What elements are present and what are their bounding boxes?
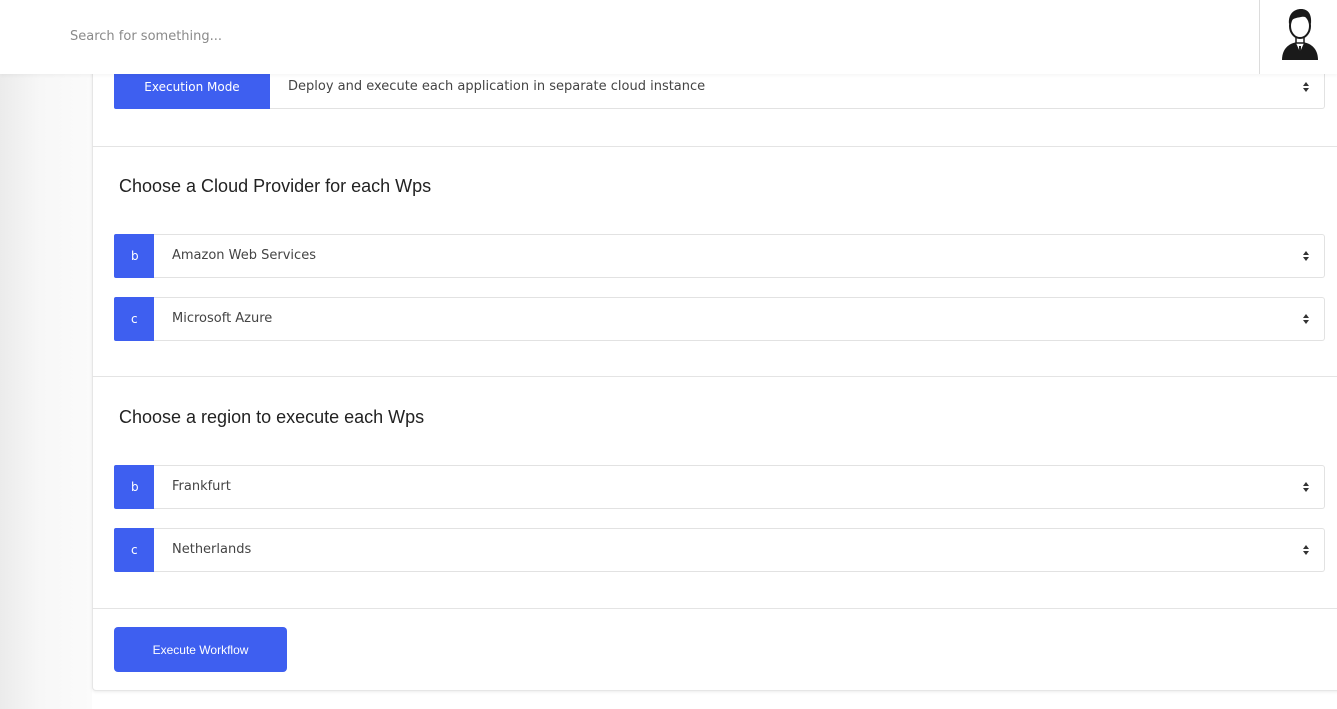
wps-tag-c: c: [114, 528, 154, 572]
cloud-provider-value-b: Amazon Web Services: [172, 248, 316, 263]
cloud-provider-select-c[interactable]: Microsoft Azure: [154, 297, 1325, 341]
left-gutter: [0, 0, 92, 709]
region-row-b: b Frankfurt: [114, 465, 1325, 509]
section-divider: [92, 376, 1337, 377]
region-select-c[interactable]: Netherlands: [154, 528, 1325, 572]
cloud-provider-row-b: b Amazon Web Services: [114, 234, 1325, 278]
section-divider: [92, 608, 1337, 609]
region-heading: Choose a region to execute each Wps: [119, 407, 425, 427]
wps-tag-b: b: [114, 465, 154, 509]
user-avatar-icon[interactable]: [1280, 6, 1320, 60]
section-divider: [92, 146, 1337, 147]
execute-workflow-button[interactable]: Execute Workflow: [114, 627, 287, 672]
wps-tag-b: b: [114, 234, 154, 278]
wps-tag-c: c: [114, 297, 154, 341]
search-input[interactable]: [60, 18, 680, 54]
top-bar: [0, 0, 1337, 74]
sort-caret-icon: [1303, 82, 1309, 92]
workflow-card: [92, 40, 1337, 691]
sort-caret-icon: [1303, 545, 1309, 555]
region-row-c: c Netherlands: [114, 528, 1325, 572]
sort-caret-icon: [1303, 482, 1309, 492]
cloud-provider-heading: Choose a Cloud Provider for each Wps: [119, 176, 432, 196]
region-value-b: Frankfurt: [172, 479, 231, 494]
sort-caret-icon: [1303, 314, 1309, 324]
topbar-divider: [1259, 0, 1260, 74]
region-value-c: Netherlands: [172, 542, 252, 557]
region-select-b[interactable]: Frankfurt: [154, 465, 1325, 509]
sort-caret-icon: [1303, 251, 1309, 261]
cloud-provider-row-c: c Microsoft Azure: [114, 297, 1325, 341]
cloud-provider-select-b[interactable]: Amazon Web Services: [154, 234, 1325, 278]
cloud-provider-value-c: Microsoft Azure: [172, 311, 273, 326]
